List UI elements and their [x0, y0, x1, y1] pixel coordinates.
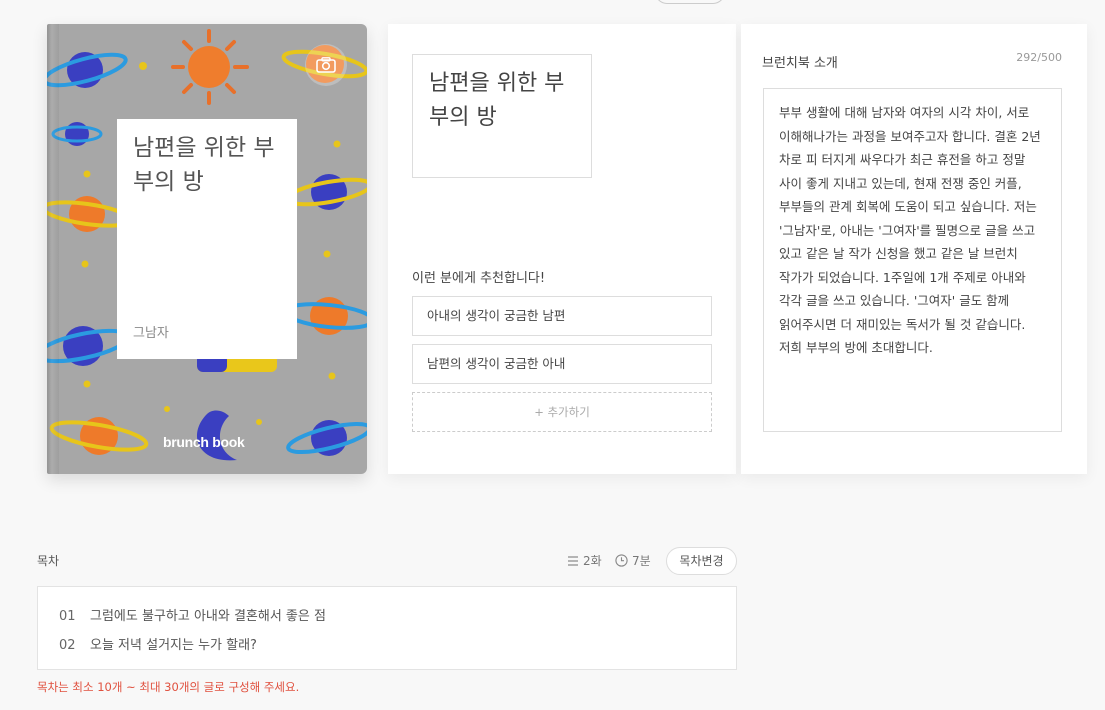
toc-warning: 목차는 최소 10개 ~ 최대 30개의 글로 구성해 주세요.	[37, 680, 300, 694]
toc-item-title: 그럼에도 불구하고 아내와 결혼해서 좋은 점	[90, 609, 326, 624]
book-title-field[interactable]: 남편을 위한 부부의 방	[412, 54, 592, 178]
intro-textarea[interactable]: 부부 생활에 대해 남자와 여자의 시각 차이, 서로 이해해나가는 과정을 보…	[763, 88, 1062, 432]
change-toc-button[interactable]: 목차변경	[666, 547, 737, 575]
top-pagination-edge	[655, 0, 725, 4]
clock-icon	[615, 554, 628, 567]
list-icon	[568, 555, 578, 566]
episode-count-text: 2화	[583, 554, 602, 568]
intro-char-count: 292/500	[1016, 51, 1062, 64]
reading-time: 7분	[615, 552, 651, 569]
recommend-label: 이런 분에게 추천합니다!	[412, 271, 546, 286]
episode-count: 2화	[567, 552, 602, 569]
toc-list: 01 그럼에도 불구하고 아내와 결혼해서 좋은 점 02 오늘 저녁 설거지는…	[37, 586, 737, 670]
book-intro-panel: 브런치북 소개 292/500 부부 생활에 대해 남자와 여자의 시각 차이,…	[741, 24, 1087, 474]
cover-author: 그남자	[133, 326, 169, 341]
toc-item[interactable]: 01 그럼에도 불구하고 아내와 결혼해서 좋은 점	[59, 607, 736, 636]
brunch-book-logo: brunch book	[163, 434, 245, 450]
toc-item-number: 02	[59, 638, 76, 653]
intro-label: 브런치북 소개	[762, 56, 838, 71]
toc-item[interactable]: 02 오늘 저녁 설거지는 누가 할래?	[59, 636, 736, 665]
reading-time-text: 7분	[632, 554, 651, 568]
cover-title: 남편을 위한 부부의 방	[133, 135, 275, 195]
recommend-item-2[interactable]: 남편의 생각이 궁금한 아내	[412, 344, 712, 384]
add-recommend-button[interactable]: + 추가하기	[412, 392, 712, 432]
recommend-item-1[interactable]: 아내의 생각이 궁금한 남편	[412, 296, 712, 336]
toc-item-title: 오늘 저녁 설거지는 누가 할래?	[90, 638, 257, 653]
book-cover: 남편을 위한 부부의 방 그남자 brunch book	[47, 24, 367, 474]
cover-spine	[47, 24, 59, 474]
cover-title-card[interactable]: 남편을 위한 부부의 방 그남자	[117, 119, 297, 359]
book-info-panel: 남편을 위한 부부의 방 이런 분에게 추천합니다! 아내의 생각이 궁금한 남…	[388, 24, 736, 474]
toc-label: 목차	[37, 554, 60, 568]
toc-item-number: 01	[59, 609, 76, 624]
camera-icon[interactable]	[305, 44, 347, 86]
